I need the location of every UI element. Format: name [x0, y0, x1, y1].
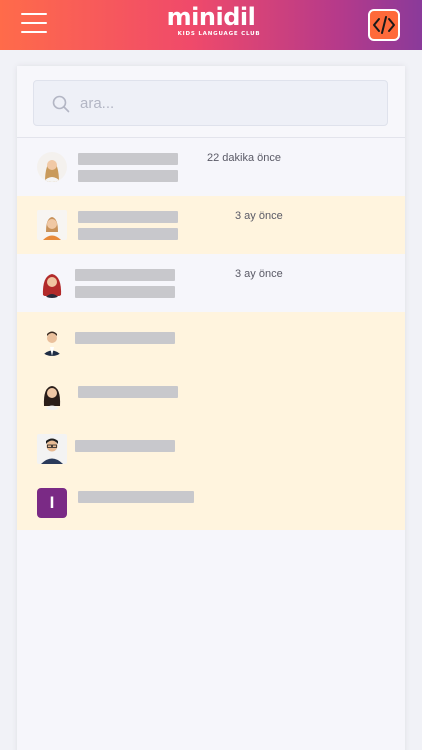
search-icon [52, 95, 70, 113]
code-icon[interactable] [368, 9, 400, 41]
woman-red-hair-avatar [37, 268, 67, 298]
timestamp: 3 ay önce [235, 210, 283, 222]
conversation-item[interactable] [17, 366, 405, 420]
message-placeholder [78, 170, 178, 182]
conversation-card: 22 dakika önce 3 ay önce [17, 66, 405, 750]
conversation-item[interactable]: 3 ay önce [17, 196, 405, 254]
app-header: minidil KIDS LANGUAGE CLUB [0, 0, 422, 50]
woman-orange-top-avatar [37, 210, 67, 240]
search-input[interactable] [80, 81, 370, 125]
letter-avatar: I [37, 488, 67, 518]
name-placeholder [78, 386, 178, 398]
search-area [17, 66, 405, 138]
conversation-item[interactable]: I [17, 474, 405, 530]
name-placeholder [78, 211, 178, 223]
conversation-list: 22 dakika önce 3 ay önce 3 ay önce I [17, 138, 405, 530]
man-glasses-avatar [37, 434, 67, 464]
conversation-item[interactable]: 22 dakika önce [17, 138, 405, 196]
search-box[interactable] [33, 80, 388, 126]
conversation-item[interactable] [17, 312, 405, 366]
minidil-logo: minidil KIDS LANGUAGE CLUB [0, 4, 422, 38]
woman-blonde-avatar [37, 152, 67, 182]
timestamp: 3 ay önce [235, 268, 283, 280]
timestamp: 22 dakika önce [207, 152, 281, 164]
message-placeholder [78, 228, 178, 240]
woman-dark-hair-avatar [37, 380, 67, 410]
conversation-item[interactable]: 3 ay önce [17, 254, 405, 312]
message-placeholder [75, 286, 175, 298]
name-placeholder [78, 491, 194, 503]
conversation-item[interactable] [17, 420, 405, 474]
name-placeholder [75, 440, 175, 452]
name-placeholder [78, 153, 178, 165]
name-placeholder [75, 332, 175, 344]
name-placeholder [75, 269, 175, 281]
man-suit-avatar [37, 326, 67, 356]
logo-wordmark: minidil [166, 3, 256, 31]
logo-tagline: KIDS LANGUAGE CLUB [177, 31, 261, 37]
